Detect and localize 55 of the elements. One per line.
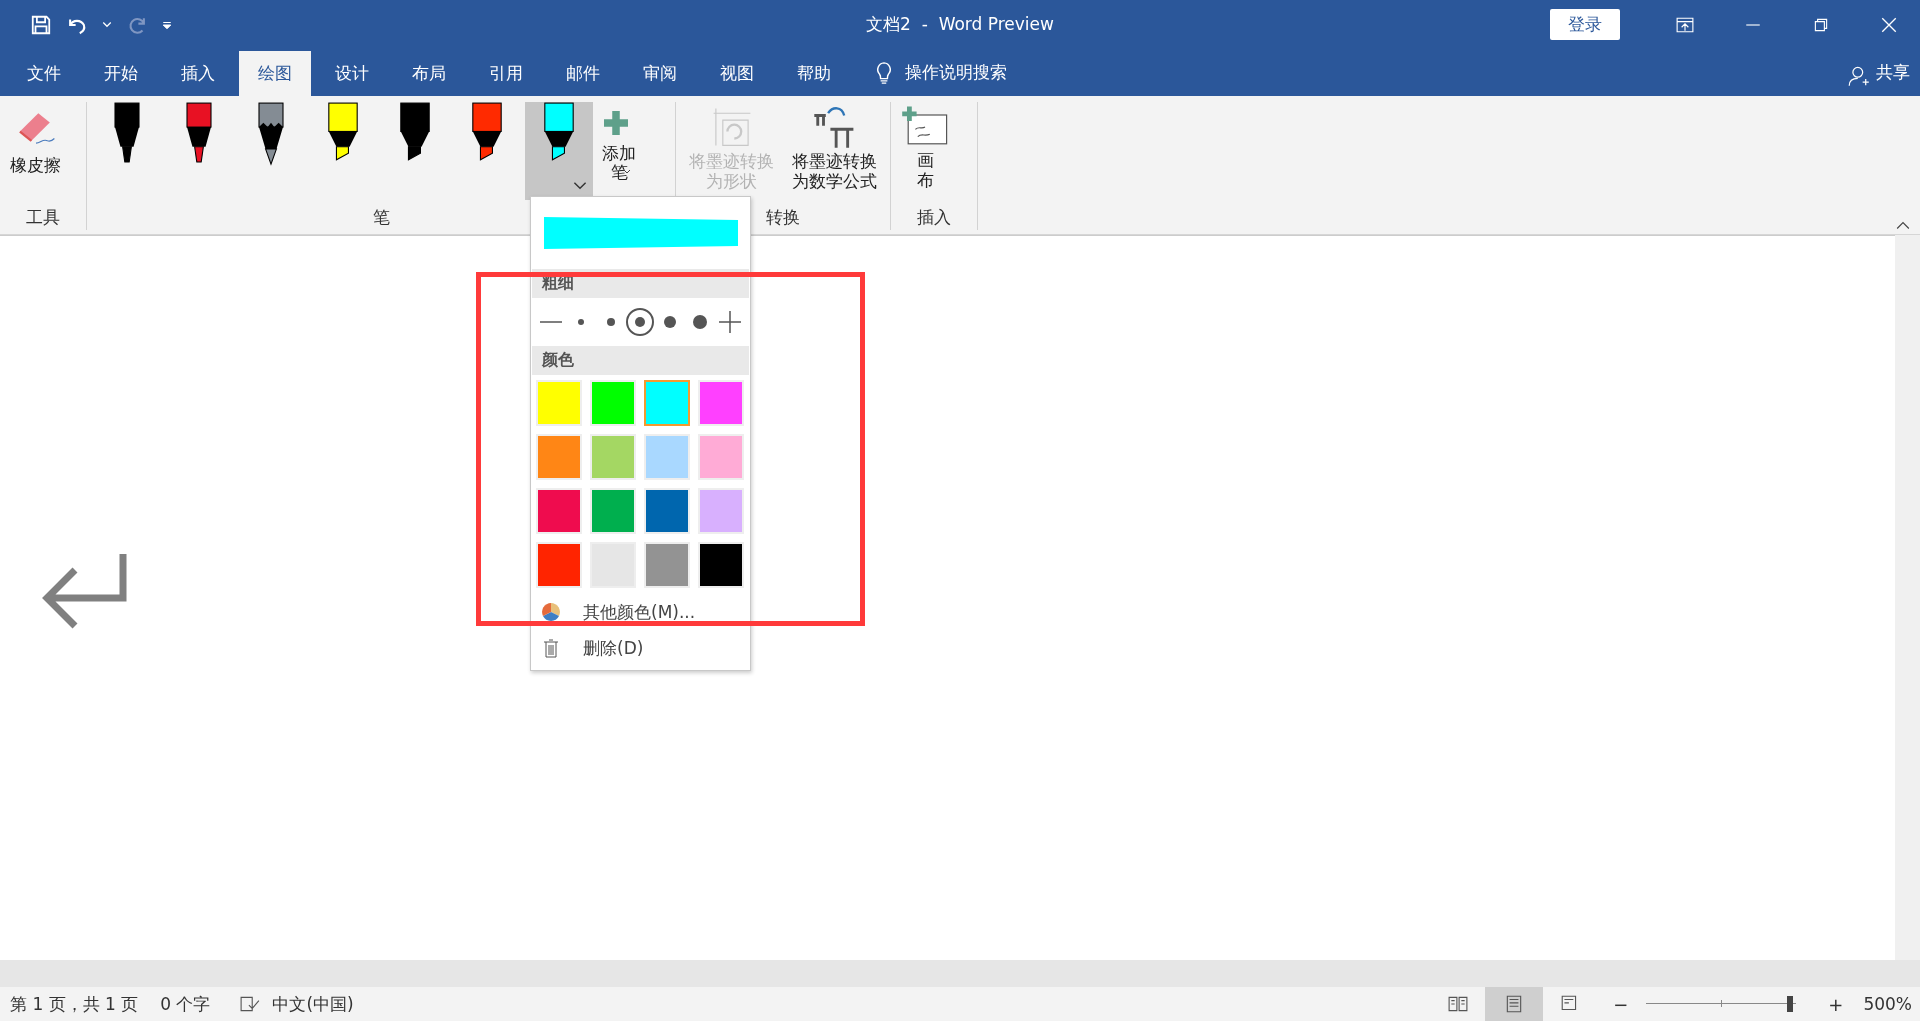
more-colors-item[interactable]: 其他颜色(M)... [583,600,696,624]
page-count[interactable]: 第 1 页，共 1 页 [10,992,139,1016]
group-label: 工具 [25,206,61,229]
zoom-in-button[interactable]: + [1828,993,1844,1015]
trash-icon [541,638,561,658]
person-icon[interactable] [1848,65,1870,87]
zoom-slider[interactable] [1646,996,1797,1012]
tell-me-search[interactable]: 操作说明搜索 [905,61,1007,84]
ribbon-tab[interactable]: 帮助 [778,51,850,96]
ribbon-tab[interactable]: 引用 [470,51,542,96]
ribbon-tab[interactable]: 文件 [8,51,80,96]
zoom-level[interactable]: 500% [1863,994,1920,1014]
add-pen-button[interactable]: 添加笔 [597,102,635,184]
group-label: 笔 [371,206,391,229]
color-swatch[interactable] [644,380,690,426]
window-title: 文档2 - Word Preview [866,13,1054,36]
highlighter-button[interactable] [525,102,593,200]
share-button[interactable]: 共享 [1876,61,1910,84]
delete-item[interactable]: 删除(D) [583,636,644,660]
login-button[interactable]: 登录 [1550,9,1620,40]
ink-to-math-button[interactable]: 将墨迹转换为数学公式 [785,102,884,194]
ribbon-tab[interactable]: 开始 [85,51,157,96]
eraser-button[interactable]: 橡皮擦 [6,102,65,179]
section-header: 颜色 [532,346,749,375]
thickness-option[interactable] [626,308,655,336]
save-icon[interactable] [30,13,52,36]
color-wheel-icon [541,602,561,622]
plus-icon [718,311,741,333]
word-count[interactable]: 0 个字 [160,992,211,1016]
ribbon-tab[interactable]: 邮件 [547,51,619,96]
group-label: 插入 [916,206,952,229]
canvas-button[interactable]: 画布 [897,102,953,193]
ribbon-tab[interactable]: 布局 [393,51,465,96]
ribbon-tab[interactable]: 插入 [162,51,234,96]
plus-icon [601,108,631,138]
close-icon[interactable] [1880,15,1898,34]
ribbon-display-icon[interactable] [1676,15,1694,34]
caret-icon[interactable] [102,19,112,30]
ribbon-tab[interactable]: 审阅 [624,51,696,96]
proofing-icon[interactable] [240,995,261,1013]
customize-icon[interactable] [162,19,172,30]
ribbon-tab[interactable]: 设计 [316,51,388,96]
language-status[interactable]: 中文(中国) [272,992,354,1016]
minus-icon [540,321,562,323]
print-view-button[interactable] [1485,987,1544,1021]
ribbon-tab[interactable]: 视图 [701,51,773,96]
ribbon-tab[interactable]: 绘图 [239,51,311,96]
collapse-icon[interactable] [1896,220,1910,230]
vertical-scrollbar[interactable] [1895,235,1920,960]
zoom-out-button[interactable]: − [1613,993,1629,1015]
lightbulb-icon [875,61,893,85]
horizontal-scrollbar[interactable] [0,960,1920,987]
read-view-icon [1448,995,1469,1013]
caret-icon[interactable] [573,181,587,190]
group-label: 转换 [765,206,801,229]
